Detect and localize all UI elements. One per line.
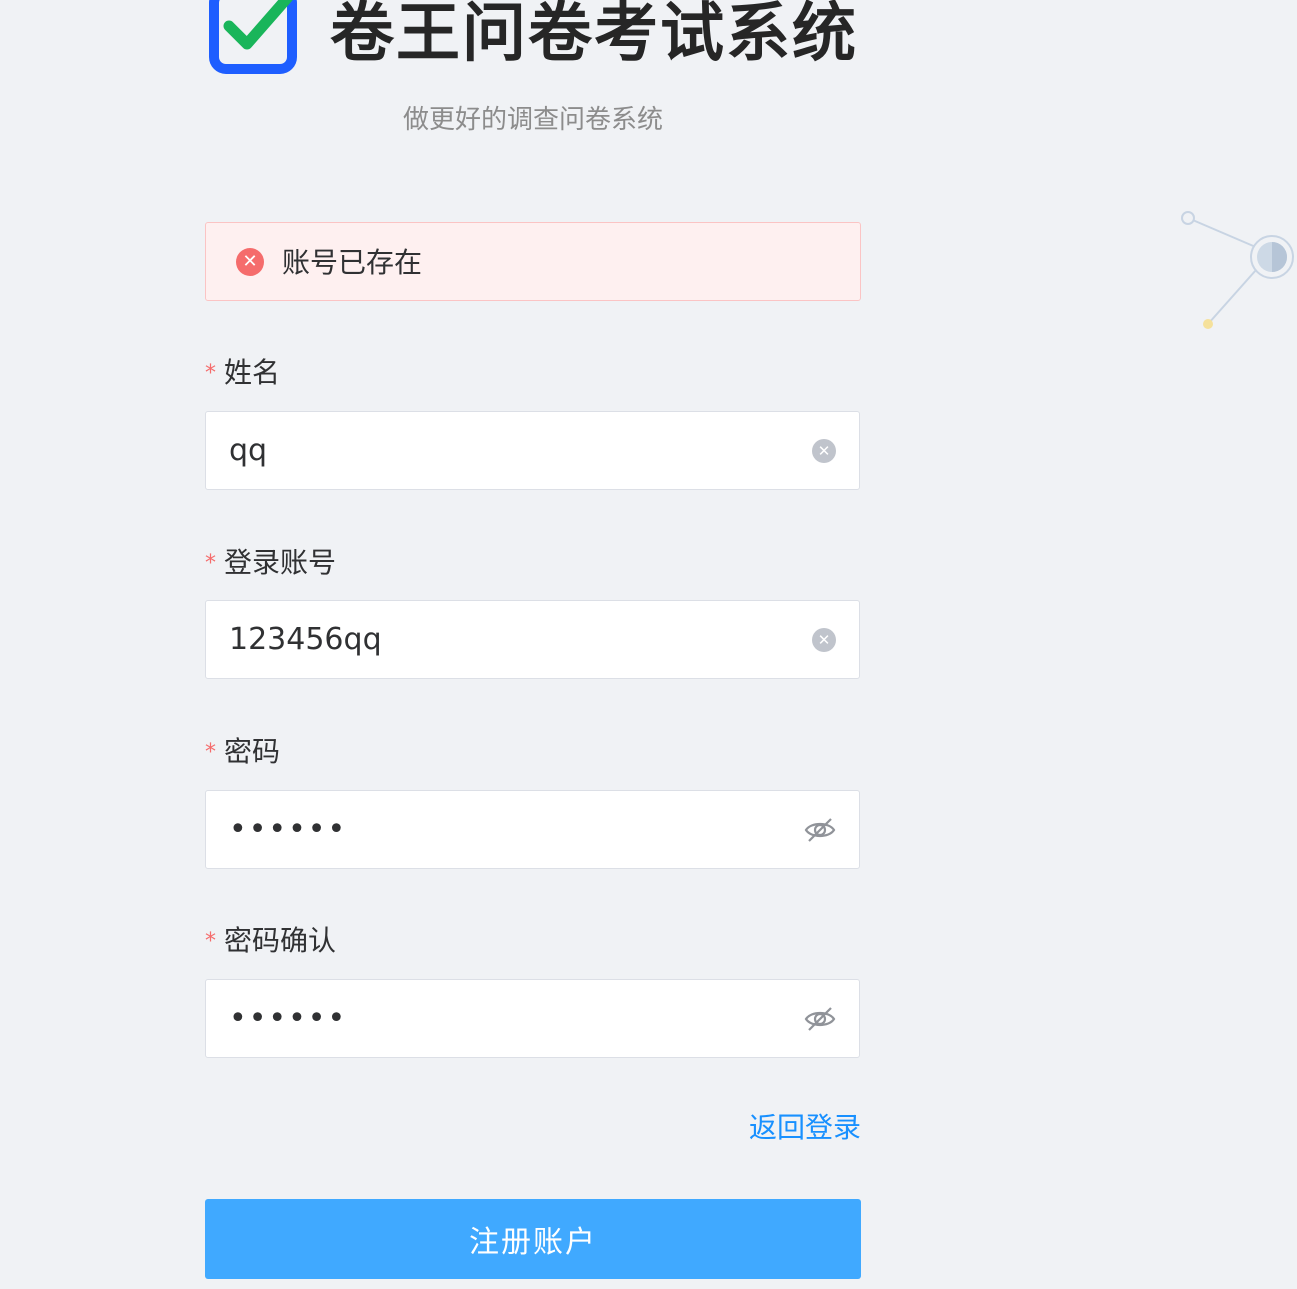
clear-icon[interactable]: ✕ <box>812 439 836 463</box>
app-title: 卷王问卷考试系统 <box>330 0 858 71</box>
register-page: 卷王问卷考试系统 做更好的调查问卷系统 ✕ 账号已存在 *姓名 ✕ *登录账号 … <box>0 0 1297 1289</box>
account-input[interactable] <box>229 601 789 678</box>
required-mark: * <box>205 740 216 765</box>
name-label: * 姓名 <box>205 356 281 389</box>
eye-off-icon[interactable] <box>804 814 836 846</box>
alert-message: 账号已存在 <box>282 246 423 279</box>
eye-off-icon[interactable] <box>804 1003 836 1035</box>
password-label: * 密码 <box>205 735 281 768</box>
account-label: * 登录账号 <box>205 546 337 579</box>
password-input[interactable] <box>229 791 789 868</box>
required-mark: * <box>205 361 216 386</box>
password-input-box <box>205 790 860 869</box>
name-input-box: ✕ <box>205 411 860 490</box>
account-input-box: ✕ <box>205 600 860 679</box>
app-subtitle: 做更好的调查问卷系统 <box>402 105 663 135</box>
register-button[interactable]: 注册账户 <box>205 1199 861 1279</box>
logo-checkbox-icon <box>209 0 297 74</box>
error-circle-icon: ✕ <box>236 248 264 276</box>
confirm-password-label: * 密码确认 <box>205 924 337 957</box>
required-mark: * <box>205 551 216 576</box>
clear-icon[interactable]: ✕ <box>812 628 836 652</box>
required-mark: * <box>205 929 216 954</box>
confirm-password-input[interactable] <box>229 980 789 1057</box>
confirm-password-input-box <box>205 979 860 1058</box>
error-alert: ✕ 账号已存在 <box>205 222 861 301</box>
back-to-login-link[interactable]: 返回登录 <box>749 1108 861 1148</box>
name-input[interactable] <box>229 412 789 489</box>
decoration-graphic <box>1181 211 1294 329</box>
